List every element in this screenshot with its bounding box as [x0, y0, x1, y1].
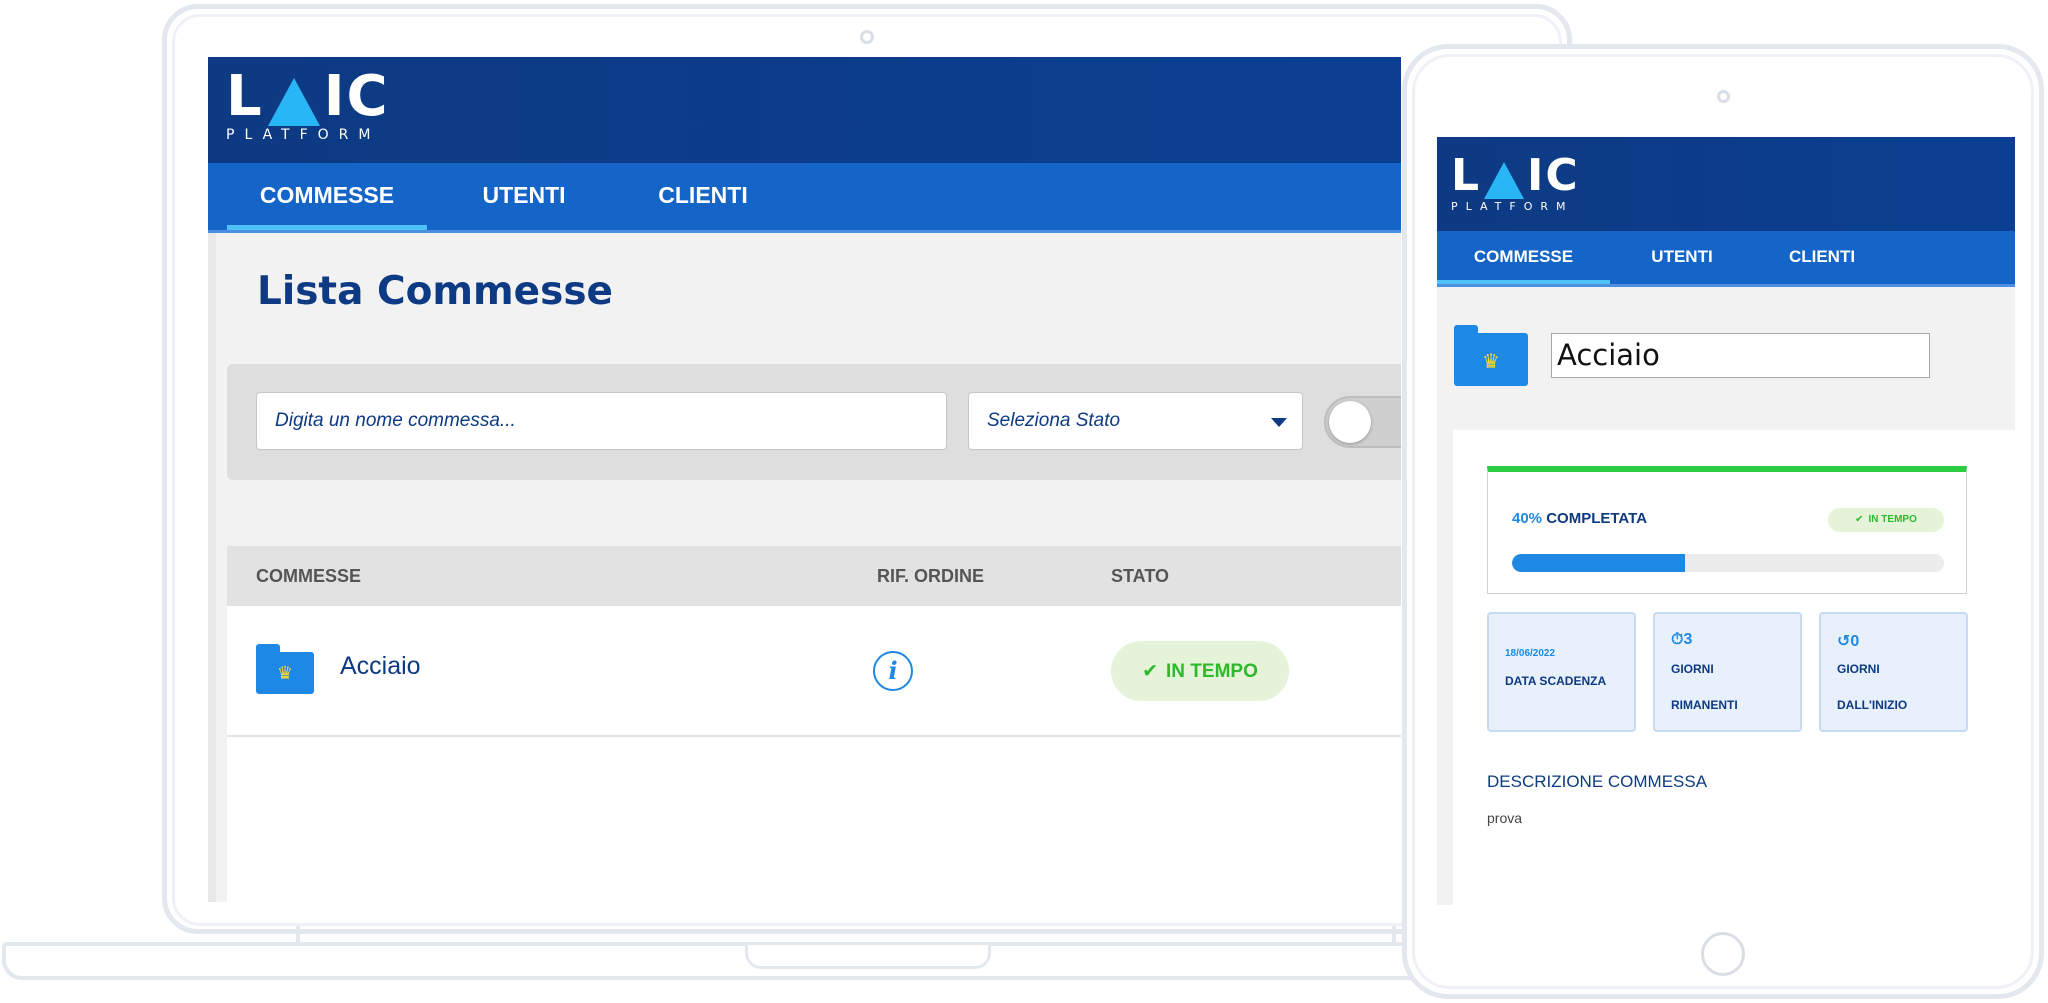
tablet-camera: [1717, 90, 1730, 103]
tab-utenti[interactable]: UTENTI: [464, 163, 584, 230]
table-header: COMMESSE RIF. ORDINE STATO: [227, 546, 1401, 606]
tablet-tab-commesse[interactable]: COMMESSE: [1437, 231, 1610, 284]
folder-crown-icon: ♛: [256, 644, 314, 694]
app-logo[interactable]: L IC PLATFORM: [226, 64, 390, 143]
filter-toggle[interactable]: [1324, 396, 1401, 448]
search-input[interactable]: Digita un nome commessa...: [256, 392, 947, 450]
content-edge: [208, 233, 216, 902]
tab-commesse[interactable]: COMMESSE: [227, 163, 427, 230]
page-title: Lista Commesse: [257, 269, 613, 314]
progress-bar-fill: [1512, 554, 1685, 572]
description-title: DESCRIZIONE COMMESSA: [1487, 772, 1708, 791]
tablet-screen: L IC PLATFORM COMMESSE UTENTI CLIENTI ♛ …: [1437, 137, 2015, 905]
stat-date: 18/06/2022: [1505, 648, 1556, 659]
status-select[interactable]: Seleziona Stato: [968, 392, 1303, 450]
stat-label-line2: RIMANENTI: [1671, 698, 1738, 712]
status-badge: ✔ IN TEMPO: [1111, 641, 1289, 701]
tablet-logo-wordmark: L IC: [1451, 150, 1580, 201]
laptop-camera: [860, 30, 874, 44]
stat-giorni-rimanenti: ⏱3 GIORNI RIMANENTI: [1653, 612, 1802, 732]
toggle-knob: [1329, 401, 1371, 443]
commessa-detail-card: 40% COMPLETATA ✔ IN TEMPO 18/06/2022 DATA…: [1453, 430, 2015, 905]
stat-label-line1: GIORNI: [1671, 662, 1714, 676]
logo-subtitle: PLATFORM: [226, 127, 381, 143]
column-commesse[interactable]: COMMESSE: [256, 546, 361, 606]
logo-wordmark: L IC: [226, 64, 390, 129]
tab-clienti[interactable]: CLIENTI: [638, 163, 768, 230]
table-body: ♛ Acciaio i ✔ IN TEMPO: [227, 606, 1401, 902]
stat-data-scadenza: 18/06/2022 DATA SCADENZA: [1487, 612, 1636, 732]
folder-crown-icon: ♛: [1454, 325, 1528, 386]
laptop-base: [2, 942, 1432, 980]
filter-bar: Digita un nome commessa... Seleziona Sta…: [227, 364, 1401, 480]
check-icon: ✔: [1142, 660, 1159, 682]
stat-label: DATA SCADENZA: [1505, 674, 1607, 688]
stat-label-line2: DALL'INIZIO: [1837, 698, 1908, 712]
column-stato[interactable]: STATO: [1111, 546, 1169, 606]
row-name[interactable]: Acciaio: [340, 652, 421, 681]
status-select-value: Seleziona Stato: [987, 410, 1121, 431]
main-nav: COMMESSE UTENTI CLIENTI: [208, 163, 1401, 233]
laptop-screen: L IC PLATFORM COMMESSE UTENTI CLIENTI Li…: [208, 57, 1401, 902]
stat-value: ⏱3: [1671, 631, 1693, 648]
tablet-tab-clienti[interactable]: CLIENTI: [1772, 231, 1872, 284]
stat-giorni-dall-inizio: ↺0 GIORNI DALL'INIZIO: [1819, 612, 1968, 732]
chevron-down-icon: [1271, 418, 1287, 427]
laptop-notch: [745, 945, 991, 969]
table-row[interactable]: ♛ Acciaio i ✔ IN TEMPO: [227, 606, 1401, 737]
status-badge: ✔ IN TEMPO: [1828, 508, 1944, 532]
tablet-app-logo[interactable]: L IC PLATFORM: [1451, 150, 1580, 213]
stat-label-line1: GIORNI: [1837, 662, 1880, 676]
logo-triangle-icon: [267, 78, 320, 126]
info-icon[interactable]: i: [873, 651, 913, 691]
progress-panel: 40% COMPLETATA ✔ IN TEMPO: [1487, 466, 1967, 594]
tablet-app-header: L IC PLATFORM: [1437, 137, 2015, 231]
stopwatch-icon: ⏱: [1671, 631, 1684, 648]
history-icon: ↺: [1837, 633, 1851, 650]
tablet-logo-triangle-icon: [1484, 162, 1525, 199]
tablet-home-button: [1701, 932, 1745, 976]
progress-bar: [1512, 554, 1944, 572]
tablet-main-nav: COMMESSE UTENTI CLIENTI: [1437, 231, 2015, 287]
column-rif-ordine[interactable]: RIF. ORDINE: [877, 546, 984, 606]
stat-value: ↺0: [1837, 633, 1860, 650]
tablet-tab-utenti[interactable]: UTENTI: [1637, 231, 1727, 284]
app-header: L IC PLATFORM: [208, 57, 1401, 163]
description-text: prova: [1487, 810, 1523, 826]
tablet-logo-subtitle: PLATFORM: [1451, 200, 1574, 213]
commessa-name-input[interactable]: Acciaio: [1551, 333, 1930, 378]
progress-label: 40% COMPLETATA: [1512, 510, 1648, 527]
check-icon: ✔: [1855, 514, 1864, 525]
